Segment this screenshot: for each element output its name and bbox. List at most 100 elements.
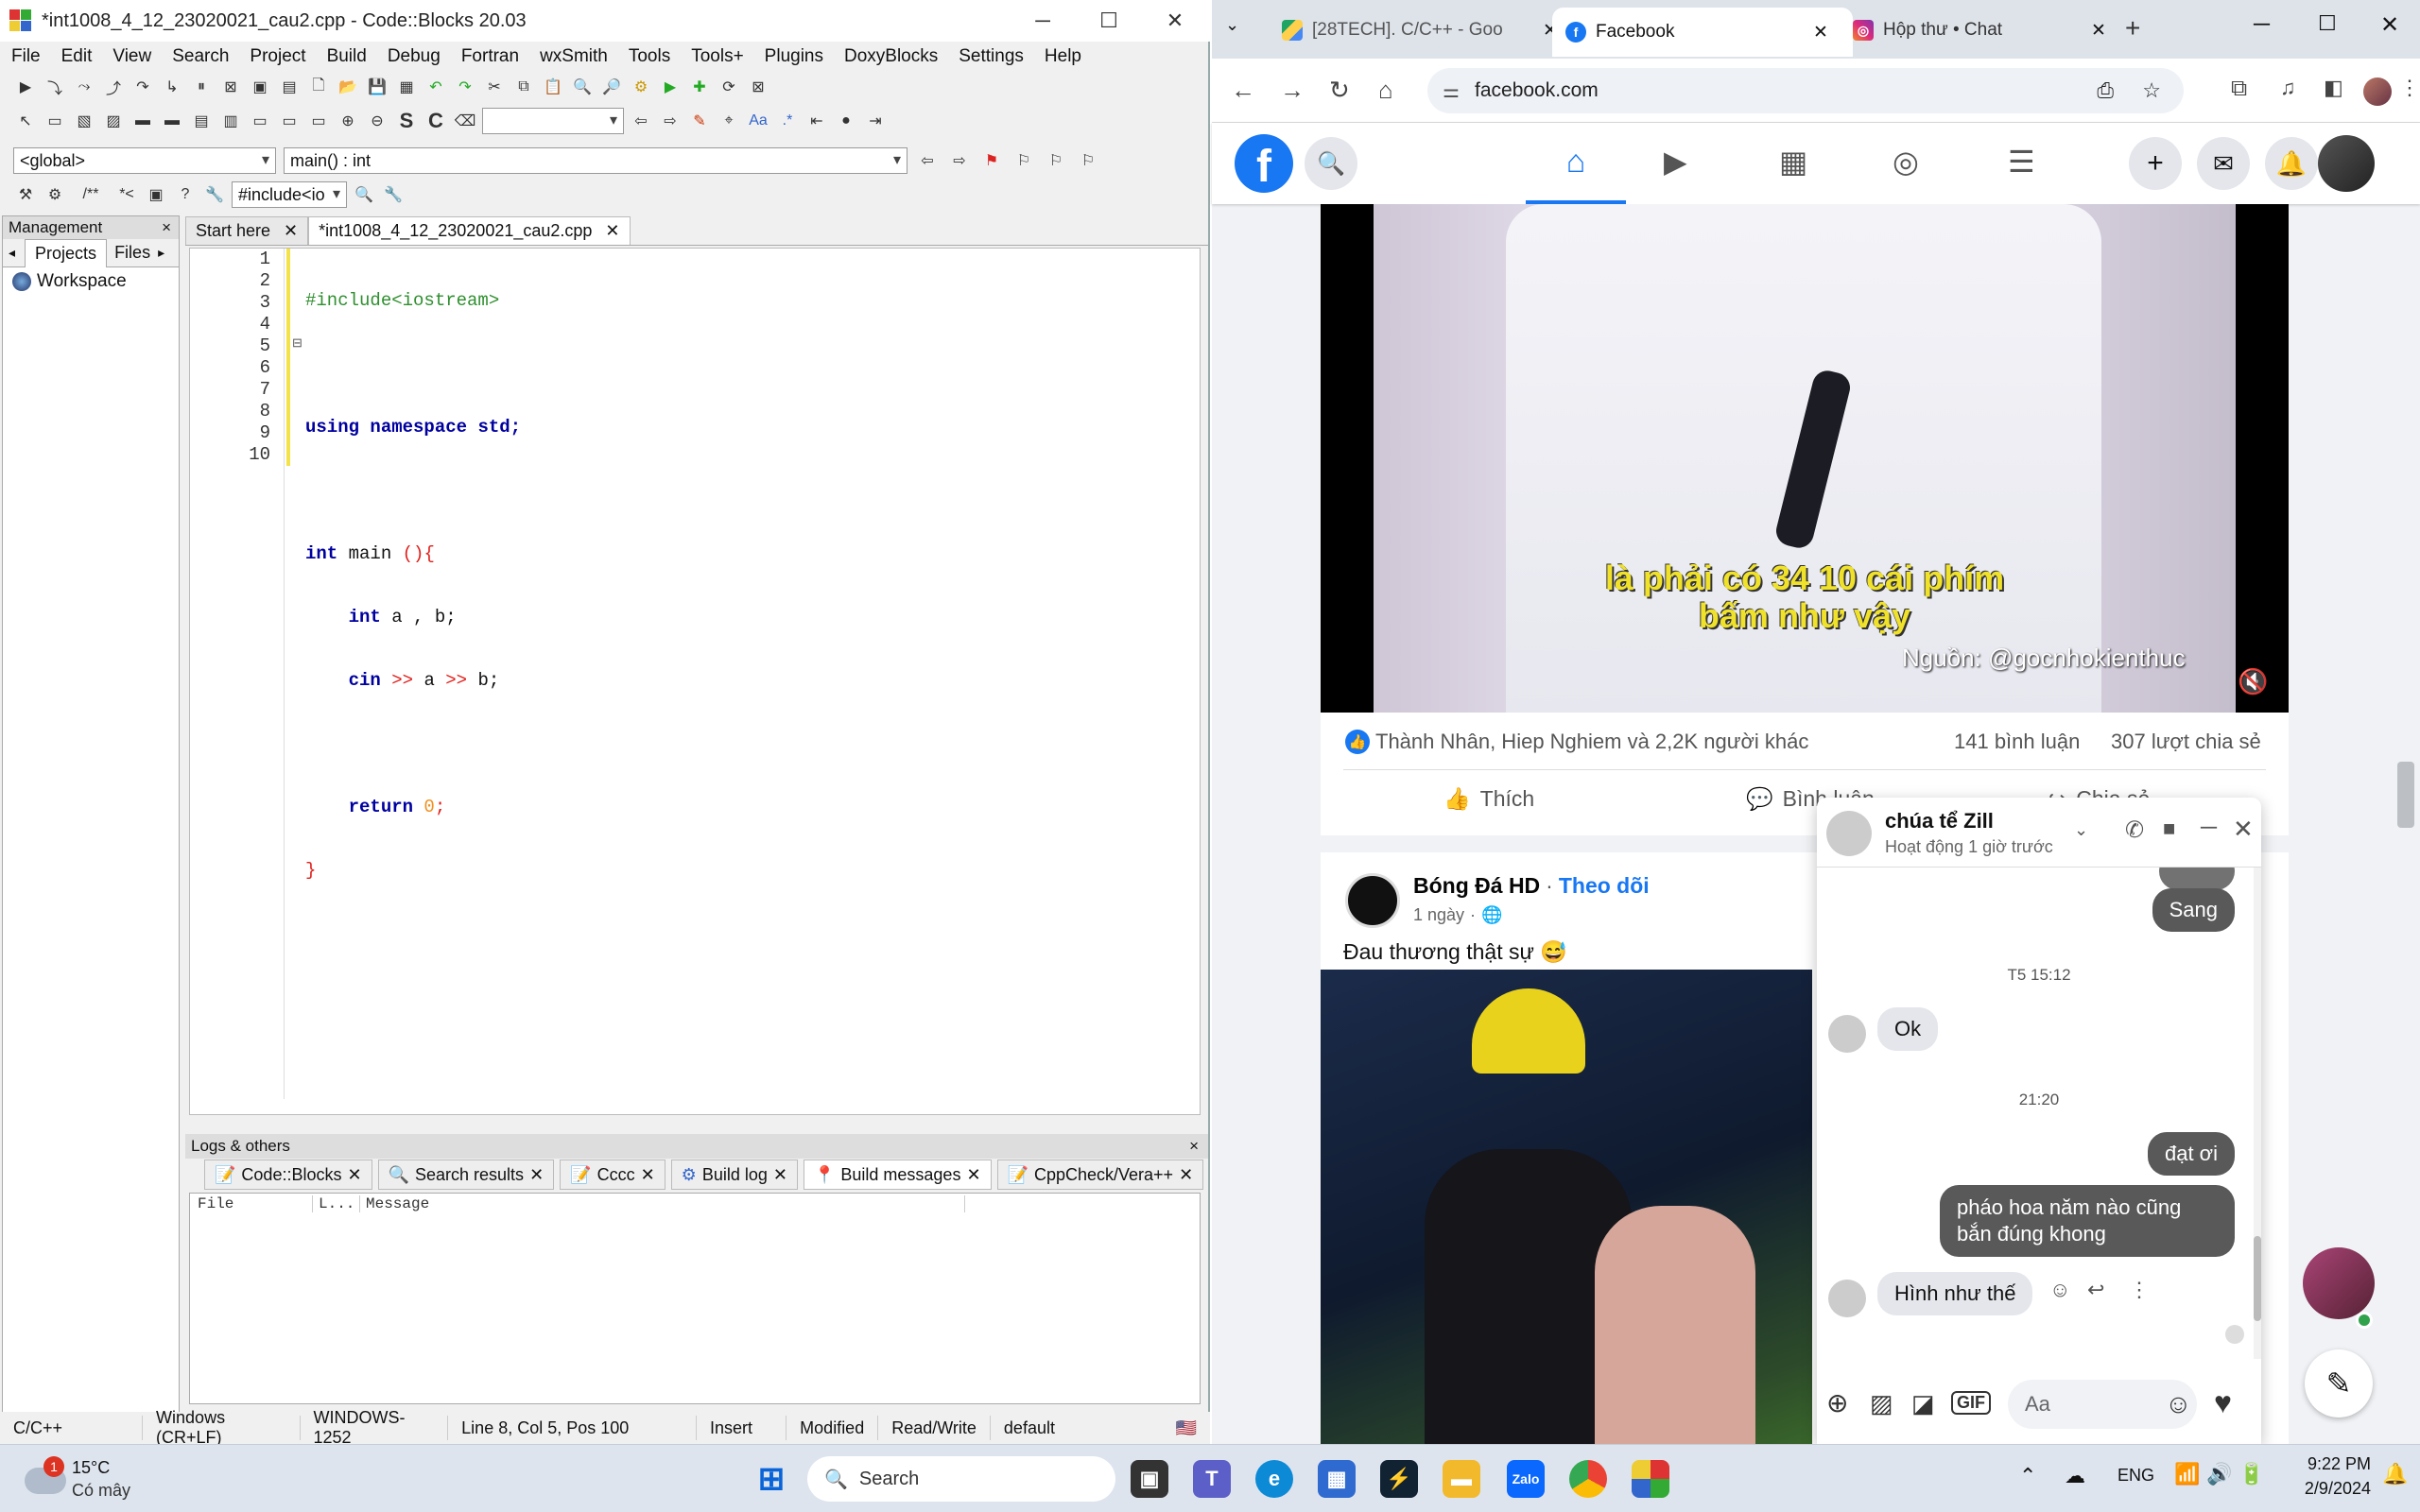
phone-icon[interactable]: ✆ bbox=[2125, 816, 2144, 844]
notification-bell-icon[interactable]: 🔔 bbox=[2382, 1462, 2408, 1486]
tab-search-results[interactable]: 🔍 Search results ✕ bbox=[377, 1160, 555, 1190]
extensions-icon[interactable]: ⧉ bbox=[2231, 76, 2247, 102]
share-count[interactable]: 307 lượt chia sẻ bbox=[2111, 730, 2261, 754]
code-editor[interactable]: 1 2 3 4 5 6 7 8 9 10 ⊟ #include<iostream… bbox=[189, 248, 1201, 1360]
video-player[interactable]: là phải có 34 10 cái phím bấm như vậy Ng… bbox=[1321, 204, 2289, 713]
menu-tools[interactable]: Tools bbox=[629, 46, 670, 67]
break-icon[interactable]: ⏸ bbox=[189, 75, 214, 99]
profile-avatar[interactable] bbox=[2363, 77, 2392, 106]
chrome-icon[interactable] bbox=[1569, 1460, 1607, 1498]
menu-edit[interactable]: Edit bbox=[61, 46, 93, 67]
redo-icon[interactable]: ↷ bbox=[453, 75, 477, 99]
menu-settings[interactable]: Settings bbox=[959, 46, 1024, 67]
tab-cppcheck[interactable]: 📝 CppCheck/Vera++ ✕ bbox=[996, 1160, 1204, 1190]
edge-icon[interactable]: e bbox=[1255, 1460, 1293, 1498]
zalo-icon[interactable]: Zalo bbox=[1507, 1460, 1545, 1498]
follow-button[interactable]: Theo dõi bbox=[1559, 873, 1650, 899]
post-photo[interactable] bbox=[1321, 970, 1812, 1444]
new-tab-button[interactable]: + bbox=[2125, 13, 2140, 43]
tab-cccc[interactable]: 📝 Cccc ✕ bbox=[560, 1160, 666, 1190]
menu-view[interactable]: View bbox=[112, 46, 151, 67]
chat-head-avatar[interactable] bbox=[2303, 1247, 2375, 1319]
messenger-icon[interactable]: ✉ bbox=[2197, 137, 2250, 190]
close-icon[interactable]: ✕ bbox=[966, 1165, 980, 1185]
workspace-node[interactable]: Workspace bbox=[3, 267, 179, 296]
tab-build-messages[interactable]: 📍 Build messages ✕ bbox=[803, 1160, 992, 1190]
rebuild-icon[interactable]: ⟳ bbox=[717, 75, 741, 99]
clock-time[interactable]: 9:22 PM bbox=[2291, 1454, 2371, 1474]
site-info-icon[interactable]: ⚌ bbox=[1443, 79, 1460, 103]
undo-icon[interactable]: ↶ bbox=[424, 75, 448, 99]
more-options-icon[interactable]: ⋮ bbox=[2129, 1278, 2150, 1302]
widget-icon-d[interactable]: ▬ bbox=[160, 109, 184, 133]
menu-debug[interactable]: Debug bbox=[388, 46, 441, 67]
maximize-button[interactable]: ☐ bbox=[2318, 11, 2337, 36]
menu-wxsmith[interactable]: wxSmith bbox=[540, 46, 608, 67]
pointer-icon[interactable]: ↖ bbox=[13, 109, 38, 133]
tab-projects[interactable]: Projects bbox=[25, 238, 108, 267]
bookmark-star-icon[interactable]: ☆ bbox=[2142, 78, 2161, 103]
page-avatar[interactable] bbox=[1345, 873, 1400, 928]
close-button[interactable]: ✕ bbox=[2380, 11, 2399, 39]
menu-search[interactable]: Search bbox=[172, 46, 229, 67]
stop-debug-icon[interactable]: ⊠ bbox=[218, 75, 243, 99]
scope-combo[interactable]: <global> bbox=[13, 147, 276, 174]
menu-tools-plus[interactable]: Tools+ bbox=[691, 46, 743, 67]
step-instruction-icon[interactable]: ↳ bbox=[160, 75, 184, 99]
play-icon[interactable]: ▶ bbox=[13, 75, 38, 99]
source-code[interactable]: #include<iostream> using namespace std; … bbox=[305, 249, 521, 923]
minimize-chat-icon[interactable]: ─ bbox=[2201, 815, 2217, 841]
tab-scroll-left-icon[interactable]: ◂ bbox=[9, 245, 15, 261]
doxy-icon-a[interactable]: ⚒ bbox=[13, 182, 38, 207]
menu-dots-icon[interactable]: ⋮ bbox=[2399, 76, 2420, 100]
menu-file[interactable]: File bbox=[11, 46, 41, 67]
post-time[interactable]: 1 ngày bbox=[1413, 905, 1464, 925]
zoom-in-icon[interactable]: ⊕ bbox=[336, 109, 360, 133]
widget-icon-h[interactable]: ▭ bbox=[277, 109, 302, 133]
chat-scroll-thumb[interactable] bbox=[2254, 1236, 2261, 1321]
replace-icon[interactable]: 🔎 bbox=[599, 75, 624, 99]
widget-icon-a[interactable]: ▧ bbox=[72, 109, 96, 133]
task-view-icon[interactable]: ▣ bbox=[1131, 1460, 1168, 1498]
step-over-icon[interactable]: ⤳ bbox=[72, 75, 96, 99]
rect-icon[interactable]: ▭ bbox=[43, 109, 67, 133]
react-icon[interactable]: ☺ bbox=[2049, 1278, 2070, 1302]
highlight-icon[interactable]: ✎ bbox=[687, 109, 712, 133]
onedrive-icon[interactable]: ☁ bbox=[2065, 1464, 2085, 1488]
add-circle-icon[interactable]: ⊕ bbox=[1826, 1387, 1848, 1418]
build-icon[interactable]: ⚙ bbox=[629, 75, 653, 99]
volume-icon[interactable]: 🔊 bbox=[2206, 1462, 2232, 1486]
store-icon[interactable]: ▦ bbox=[1318, 1460, 1356, 1498]
wrench-icon[interactable]: 🔧 bbox=[202, 182, 227, 207]
notifications-bell-icon[interactable]: 🔔 bbox=[2265, 137, 2318, 190]
message-bubble[interactable]: Hình như thế bbox=[1877, 1272, 2033, 1315]
close-icon[interactable]: ✕ bbox=[1179, 1165, 1193, 1185]
close-icon[interactable]: × bbox=[1189, 1137, 1199, 1156]
message-bubble[interactable]: đạt ơi bbox=[2147, 1132, 2235, 1176]
language-indicator[interactable]: ENG bbox=[2118, 1466, 2154, 1486]
debug-windows-icon[interactable]: ▣ bbox=[248, 75, 272, 99]
jump-back-icon[interactable]: ⇤ bbox=[804, 109, 829, 133]
heart-icon[interactable]: ♥ bbox=[2214, 1385, 2232, 1420]
side-panel-icon[interactable]: ◧ bbox=[2324, 76, 2343, 100]
close-chat-icon[interactable]: ✕ bbox=[2233, 815, 2254, 844]
reload-icon[interactable]: ↻ bbox=[1329, 76, 1350, 105]
search-include-icon[interactable]: 🔍 bbox=[352, 182, 376, 207]
chat-avatar[interactable] bbox=[1826, 811, 1872, 856]
widget-icon-g[interactable]: ▭ bbox=[248, 109, 272, 133]
page-name[interactable]: Bóng Đá HD bbox=[1413, 873, 1540, 899]
column-header-message[interactable]: Message bbox=[360, 1195, 965, 1212]
abort-icon[interactable]: ⊠ bbox=[746, 75, 770, 99]
menu-project[interactable]: Project bbox=[250, 46, 305, 67]
menu-help[interactable]: Help bbox=[1045, 46, 1081, 67]
doxy-help-icon[interactable]: ? bbox=[173, 182, 198, 207]
select-icon[interactable]: ⌖ bbox=[717, 109, 741, 133]
nav-marketplace-icon[interactable]: ▦ bbox=[1779, 144, 1807, 180]
jump-forward-icon[interactable]: ⇥ bbox=[863, 109, 888, 133]
facebook-logo-icon[interactable]: f bbox=[1235, 134, 1293, 193]
cut-icon[interactable]: ✂ bbox=[482, 75, 507, 99]
like-button[interactable]: 👍 Thích bbox=[1443, 786, 1534, 812]
reply-icon[interactable]: ↩ bbox=[2087, 1278, 2104, 1302]
tab-scroll-right-icon[interactable]: ▸ bbox=[158, 245, 164, 261]
copy-icon[interactable]: ⧉ bbox=[511, 75, 536, 99]
